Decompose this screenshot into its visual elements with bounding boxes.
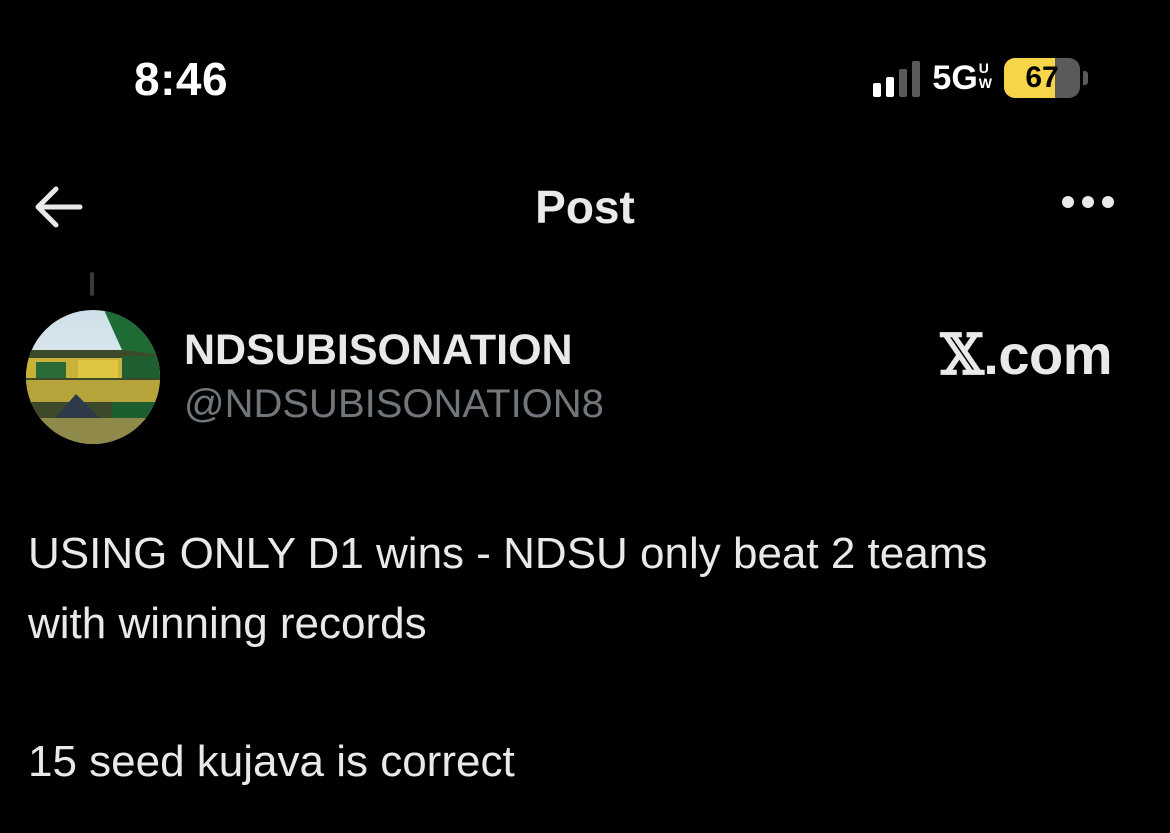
- thread-connector: [90, 272, 94, 296]
- post-text-line-2: with winning records: [28, 599, 427, 648]
- x-logo-icon: 𝕏: [940, 322, 984, 388]
- battery-icon: 67: [1004, 58, 1088, 98]
- more-options-button[interactable]: [1062, 196, 1114, 208]
- more-horizontal-icon: [1062, 196, 1074, 208]
- network-label: 5G: [932, 58, 978, 97]
- status-bar-right: 5G U W 67: [873, 58, 1088, 98]
- avatar-image: [26, 310, 160, 444]
- network-sup: U: [978, 59, 989, 76]
- cellular-signal-icon: [873, 59, 921, 97]
- page-title: Post: [535, 181, 635, 233]
- screen: 8:46 5G U W 67 Post NDSUBISONATION @NDSU…: [0, 0, 1170, 833]
- avatar[interactable]: [26, 310, 160, 444]
- network-type: 5G U W: [932, 59, 992, 98]
- battery-level: 67: [1025, 61, 1059, 94]
- post-text-line-3: 15 seed kujava is correct: [28, 737, 515, 786]
- network-sub: W: [978, 74, 992, 91]
- status-time: 8:46: [134, 53, 229, 105]
- x-com-watermark: 𝕏.com: [940, 322, 1112, 388]
- author-handle[interactable]: @NDSUBISONATION8: [184, 382, 604, 427]
- author-display-name[interactable]: NDSUBISONATION: [184, 326, 573, 375]
- watermark-suffix: .com: [983, 323, 1112, 386]
- post-text-line-1: USING ONLY D1 wins - NDSU only beat 2 te…: [28, 529, 988, 578]
